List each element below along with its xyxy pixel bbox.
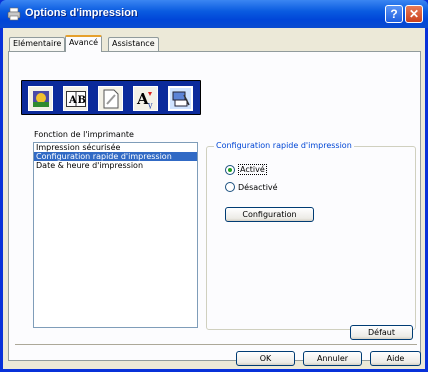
radio-unchecked-icon <box>225 182 235 192</box>
radio-inactive-label: Désactivé <box>238 182 278 192</box>
feature-toolbar: A B A y <box>21 80 201 115</box>
help-title-button[interactable]: ? <box>385 5 403 23</box>
help-icon: ? <box>390 7 398 21</box>
tab-label: Assistance <box>112 39 155 48</box>
watermark-button[interactable] <box>98 86 123 111</box>
help-button[interactable]: Aide <box>370 351 421 366</box>
dialog-window: Options d'impression ? ✕ Elémentaire Ava… <box>0 0 428 372</box>
radio-checked-icon <box>225 164 235 175</box>
tab-avance[interactable]: Avancé <box>65 35 103 52</box>
quick-print-group: Configuration rapide d'impression Activé… <box>206 141 416 330</box>
font-button[interactable]: A y <box>133 86 158 111</box>
window-title: Options d'impression <box>25 7 138 19</box>
title-bar[interactable]: Options d'impression ? ✕ <box>0 0 428 28</box>
layout-button[interactable]: A B <box>63 86 88 111</box>
radio-active-label: Activé <box>238 164 267 175</box>
radio-active[interactable]: Activé <box>225 164 267 175</box>
svg-text:B: B <box>77 95 85 106</box>
close-button[interactable]: ✕ <box>405 5 423 23</box>
separator-line <box>15 344 417 345</box>
color-settings-button[interactable] <box>28 86 53 111</box>
default-button[interactable]: Défaut <box>350 325 413 340</box>
printer-function-list[interactable]: Impression sécurisée Configuration rapid… <box>33 142 198 328</box>
tab-assistance[interactable]: Assistance <box>108 37 159 51</box>
list-item-quick-print-setup[interactable]: Configuration rapide d'impression <box>34 152 197 161</box>
list-item-print-date-time[interactable]: Date & heure d'impression <box>34 161 197 170</box>
printer-function-button[interactable] <box>168 86 193 111</box>
tab-label: Avancé <box>69 38 99 47</box>
cancel-button[interactable]: Annuler <box>303 351 362 366</box>
ok-button[interactable]: OK <box>236 351 295 366</box>
quick-print-group-title: Configuration rapide d'impression <box>214 141 354 150</box>
dialog-client: Elémentaire Avancé Assistance A B A y Fo… <box>3 28 425 369</box>
printer-function-label: Fonction de l'imprimante <box>34 130 134 139</box>
watermark-icon <box>103 89 118 108</box>
font-a-icon: A y <box>136 90 153 109</box>
list-item-secure-print[interactable]: Impression sécurisée <box>34 143 197 152</box>
tab-elementaire[interactable]: Elémentaire <box>9 37 66 51</box>
layout-ab-icon: A B <box>65 90 86 107</box>
tab-label: Elémentaire <box>13 39 62 48</box>
configuration-button[interactable]: Configuration <box>225 207 314 222</box>
color-settings-icon <box>32 90 49 107</box>
close-icon: ✕ <box>408 7 420 21</box>
svg-text:A: A <box>68 95 77 106</box>
printer-function-icon <box>172 91 190 106</box>
svg-text:y: y <box>147 101 153 109</box>
radio-inactive[interactable]: Désactivé <box>225 182 278 192</box>
printer-app-icon <box>7 7 21 21</box>
